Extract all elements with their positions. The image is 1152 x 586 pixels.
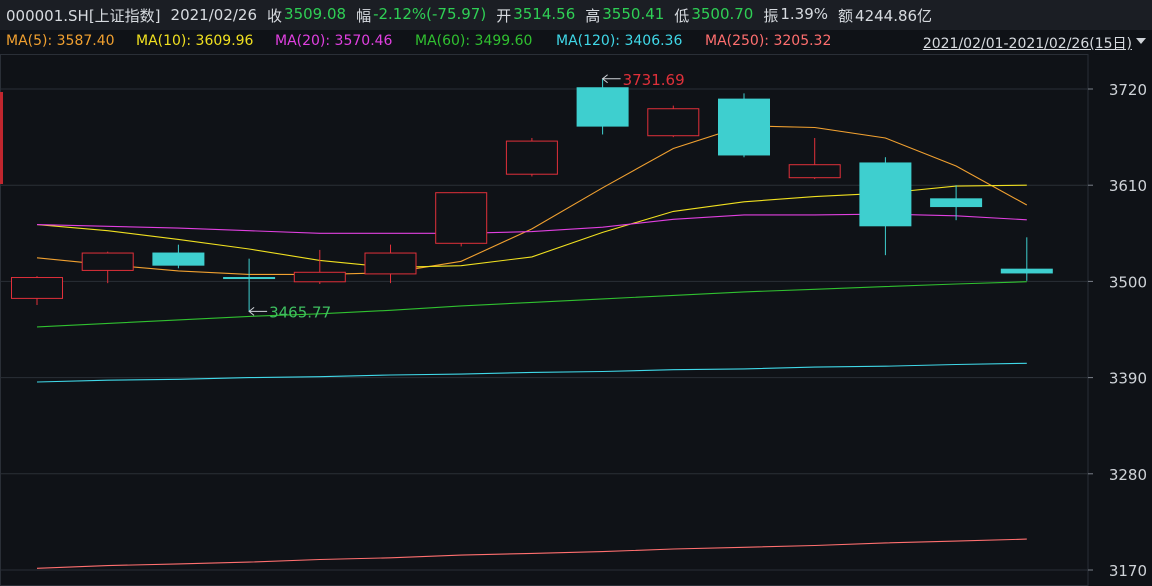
candle-body-up[interactable]	[364, 252, 417, 275]
quote-date: 2021/02/26	[170, 6, 258, 24]
candle-body-down[interactable]	[859, 162, 912, 227]
high-group: 高 3550.41	[585, 5, 664, 26]
candle-body-down[interactable]	[152, 252, 205, 266]
amount-value: 4244.86亿	[855, 6, 933, 25]
ma20-legend[interactable]: MA(20): 3570.46	[275, 33, 392, 49]
min-price-label: 3465.77	[269, 303, 331, 321]
symbol-name[interactable]: 000001.SH[上证指数]	[6, 5, 161, 26]
active-marker	[0, 92, 3, 184]
ma-legend-bar: MA(5): 3587.40 MA(10): 3609.96 MA(20): 3…	[0, 30, 1152, 54]
y-tick-label: 3280	[1109, 466, 1147, 484]
candle-body-up[interactable]	[788, 164, 841, 179]
candle-body-down[interactable]	[718, 98, 770, 156]
candle-body-down[interactable]	[1000, 268, 1053, 274]
y-tick-label: 3500	[1109, 273, 1147, 291]
ma10-legend[interactable]: MA(10): 3609.96	[136, 33, 253, 49]
close-value: 3509.08	[284, 4, 347, 23]
ma60-legend[interactable]: MA(60): 3499.60	[415, 33, 532, 49]
high-value: 3550.41	[602, 4, 665, 23]
open-label: 开	[496, 6, 512, 25]
candle-body-up[interactable]	[11, 277, 63, 299]
plot-border	[0, 54, 1089, 586]
ma120-legend[interactable]: MA(120): 3406.36	[556, 33, 682, 49]
candle-body-down[interactable]	[930, 198, 983, 208]
candle-body-up[interactable]	[505, 140, 558, 175]
candle-body-down[interactable]	[576, 87, 629, 127]
close-label: 收	[267, 6, 283, 25]
candle-body-up[interactable]	[435, 192, 488, 244]
ma-line-ma250	[36, 538, 1027, 569]
amplitude-group: 振 1.39%	[763, 5, 828, 26]
close-group: 收 3509.08	[267, 5, 346, 26]
y-tick-label: 3390	[1109, 370, 1147, 388]
amount-group: 额 4244.86亿	[838, 5, 932, 26]
candle-body-up[interactable]	[81, 252, 134, 271]
amplitude-value: 1.39%	[780, 4, 829, 23]
amount-label: 额	[838, 6, 854, 25]
ma250-legend[interactable]: MA(250): 3205.32	[705, 33, 831, 49]
low-group: 低 3500.70	[674, 5, 753, 26]
candle-body-up[interactable]	[647, 108, 700, 137]
amplitude-label: 振	[763, 6, 779, 25]
kline-chart[interactable]: 3720 3610 3500 3390 3280 3170 3731.69 3465.77	[0, 54, 1152, 586]
change-label: 幅	[356, 6, 372, 25]
candle-body-up[interactable]	[293, 271, 346, 283]
candle-body-down[interactable]	[223, 277, 276, 280]
ma-line-ma60	[36, 281, 1027, 328]
chevron-down-icon[interactable]	[1136, 38, 1146, 44]
y-tick-label: 3170	[1109, 562, 1147, 580]
quote-header: 000001.SH[上证指数] 2021/02/26 收 3509.08 幅 -…	[0, 0, 1152, 30]
open-value: 3514.56	[513, 4, 576, 23]
date-range-selector[interactable]: 2021/02/01-2021/02/26(15日)	[923, 33, 1132, 53]
low-value: 3500.70	[691, 4, 754, 23]
max-price-label: 3731.69	[623, 71, 685, 89]
y-tick-label: 3720	[1109, 81, 1147, 99]
ma-line-ma120	[36, 362, 1027, 383]
change-value: -2.12%(-75.97)	[373, 4, 487, 23]
change-group: 幅 -2.12%(-75.97)	[356, 5, 486, 26]
ma5-legend[interactable]: MA(5): 3587.40	[6, 33, 115, 49]
high-label: 高	[585, 6, 601, 25]
y-tick-label: 3610	[1109, 177, 1147, 195]
open-group: 开 3514.56	[496, 5, 575, 26]
low-label: 低	[674, 6, 690, 25]
